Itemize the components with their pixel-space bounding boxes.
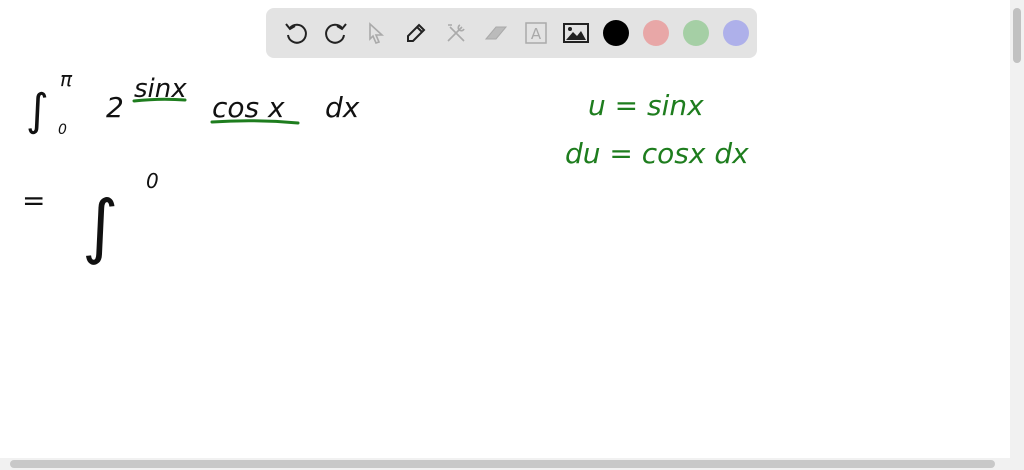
eraser-icon[interactable] — [476, 13, 516, 53]
select-icon[interactable] — [356, 13, 396, 53]
integral-sign-2: ∫ — [82, 185, 118, 267]
vertical-scroll-thumb[interactable] — [1013, 8, 1021, 63]
image-icon[interactable] — [556, 13, 596, 53]
lower-limit: 0 — [58, 122, 67, 138]
color-green[interactable] — [683, 20, 709, 46]
differential: dx — [325, 91, 360, 124]
horizontal-scroll-thumb[interactable] — [10, 460, 995, 468]
integral-sign: ∫ — [26, 85, 49, 136]
base-two: 2 — [106, 91, 124, 124]
whiteboard-canvas[interactable]: ∫ π 0 2 sinx cos x dx = ∫ 0 u = sinx du … — [0, 0, 1010, 458]
color-red[interactable] — [643, 20, 669, 46]
underline-sinx — [132, 97, 187, 103]
redo-icon[interactable] — [316, 13, 356, 53]
pen-icon[interactable] — [396, 13, 436, 53]
horizontal-scrollbar[interactable] — [0, 458, 1024, 470]
substitution-du: du = cosx dx — [565, 137, 749, 170]
cos-factor: cos x — [212, 91, 285, 124]
tools-icon[interactable] — [436, 13, 476, 53]
upper-limit: π — [60, 67, 73, 91]
color-blue[interactable] — [723, 20, 749, 46]
text-icon[interactable]: A — [516, 13, 556, 53]
text-tool-glyph: A — [531, 25, 542, 43]
toolbar: A — [266, 8, 757, 58]
vertical-scrollbar[interactable] — [1010, 0, 1024, 458]
color-black[interactable] — [603, 20, 629, 46]
undo-icon[interactable] — [276, 13, 316, 53]
equals-sign: = — [22, 184, 45, 217]
upper-limit-2: 0 — [146, 169, 159, 193]
substitution-u: u = sinx — [588, 89, 704, 122]
